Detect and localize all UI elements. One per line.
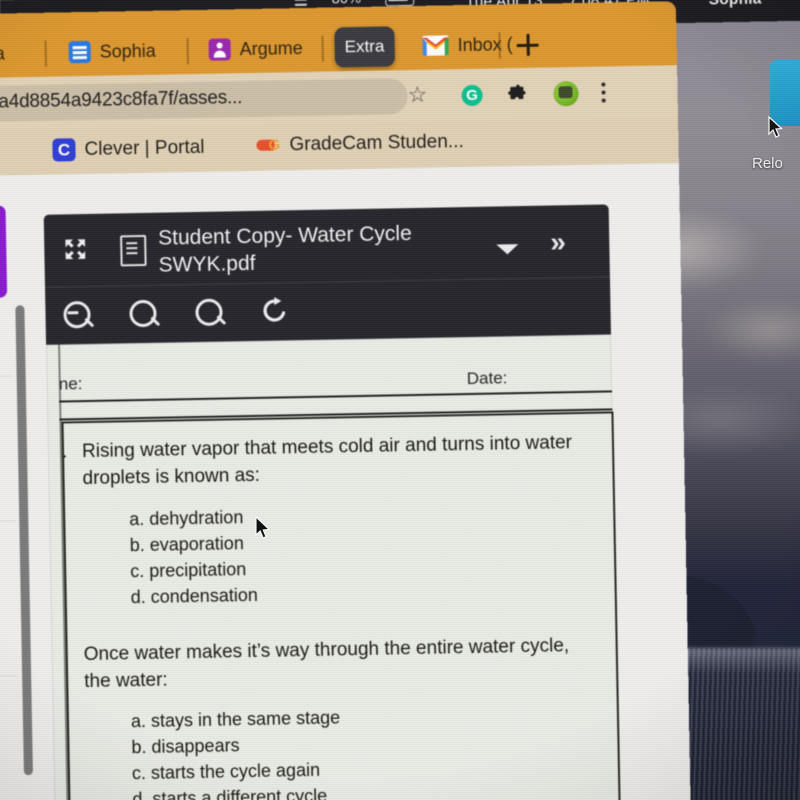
question-options: a. stays in the same stage b. disappears… [131, 704, 342, 800]
tab-separator [321, 35, 324, 62]
document-name-label: ne: [58, 374, 83, 394]
bookmark-item-clever[interactable]: C Clever | Portal [52, 136, 205, 162]
screenshot-root: Relo 80% Tue Apr 13 7:08:47 PM Sophia op… [0, 0, 800, 800]
pdf-viewer: Student Copy- Water Cycle SWYK.pdf » ne:… [43, 204, 621, 800]
zoom-out-button[interactable] [61, 299, 96, 334]
gmail-icon [422, 35, 449, 56]
menubar-username[interactable]: Sophia [709, 0, 762, 9]
document-name-date-row: ne: Date: [58, 334, 612, 400]
option-d[interactable]: d. condensation [130, 582, 258, 610]
rotate-button[interactable] [259, 295, 294, 330]
question-text: Once water makes it’s way through the en… [83, 635, 570, 693]
address-bar-url[interactable]: /5f32fba4d8854a9423c8fa7f/asses... [0, 87, 242, 115]
question-text: Rising water vapor that meets cold air a… [81, 432, 573, 490]
document-date-label: Date: [466, 368, 508, 389]
expand-fullscreen-icon[interactable] [62, 236, 88, 262]
extensions-puzzle-icon[interactable] [507, 84, 528, 105]
browser-tab-label: Sophia [99, 40, 156, 62]
browser-tab-label: Argumе [239, 37, 303, 59]
mouse-cursor-icon [255, 515, 271, 540]
pdf-document-page: ne: Date: . Rising water vapor that meet… [46, 334, 621, 800]
page-divider [0, 675, 19, 678]
page-purple-card[interactable] [0, 205, 8, 299]
tab-separator [44, 40, 47, 67]
option-c[interactable]: c. starts the cycle again [132, 756, 342, 786]
gradecam-icon [256, 137, 280, 153]
chrome-menu-kebab-icon[interactable] [601, 82, 606, 87]
option-d[interactable]: d. starts a different cycle [132, 782, 342, 800]
option-b[interactable]: b. disappears [131, 730, 341, 760]
browser-tab-4[interactable]: Inbox ( [412, 22, 523, 68]
document-file-icon [120, 234, 147, 267]
bookmark-star-icon[interactable]: ☆ [407, 82, 427, 107]
battery-percentage: 80% [332, 0, 362, 6]
pdf-filename: Student Copy- Water Cycle SWYK.pdf [157, 222, 412, 277]
browser-tab-2[interactable]: Argumе [198, 26, 313, 72]
browser-tab-1[interactable]: Sophia [58, 29, 166, 75]
browser-tab-0[interactable]: ophia [0, 31, 15, 76]
new-tab-button[interactable] [516, 34, 538, 56]
search-button[interactable] [127, 298, 162, 333]
chrome-browser-window: ophia Sophia Argumе Extra Inbox (/5f32f… [0, 1, 691, 800]
page-divider [0, 375, 13, 378]
clever-icon: C [52, 138, 76, 162]
google-contacts-icon [208, 38, 231, 61]
web-page-content: Student Copy- Water Cycle SWYK.pdf » ne:… [0, 163, 691, 800]
bookmark-label: Clever | Portal [84, 136, 205, 160]
option-a[interactable]: a. dehydration [129, 504, 257, 532]
quiz-question-1: . Rising water vapor that meets cold air… [61, 411, 618, 634]
browser-tab-active-extra[interactable]: Extra [334, 26, 395, 68]
pdf-viewer-header: Student Copy- Water Cycle SWYK.pdf » [43, 204, 610, 287]
bookmark-label: GradeCam Studen... [289, 131, 464, 156]
zoom-in-button[interactable] [193, 296, 228, 331]
browser-tab-label: ophia [0, 42, 5, 64]
desktop-icon-label: Relo [752, 155, 783, 172]
grammarly-icon[interactable]: G [461, 84, 483, 107]
desktop-cursor-icon [768, 115, 783, 138]
browser-tab-label: Inbox ( [457, 33, 513, 55]
bookmark-item-gradecam[interactable]: GradeCam Studen... [256, 131, 464, 157]
tab-separator [186, 38, 189, 65]
option-b[interactable]: b. evaporation [130, 530, 258, 558]
question-options: a. dehydration b. evaporation c. precipi… [129, 504, 258, 610]
option-c[interactable]: c. precipitation [130, 556, 258, 584]
page-divider [0, 520, 16, 523]
google-docs-icon [68, 40, 91, 64]
question-number: . [61, 441, 68, 463]
chevron-down-icon[interactable] [496, 244, 519, 255]
page-scrollbar[interactable] [15, 305, 33, 776]
browser-tab-label: Extra [344, 36, 385, 57]
quiz-question-2: Once water makes it’s way through the en… [65, 621, 621, 800]
profile-avatar-icon[interactable] [553, 80, 579, 107]
double-chevron-right-icon[interactable]: » [550, 226, 566, 257]
address-bar[interactable]: /5f32fba4d8854a9423c8fa7f/asses... [0, 78, 408, 123]
option-a[interactable]: a. stays in the same stage [131, 704, 341, 734]
